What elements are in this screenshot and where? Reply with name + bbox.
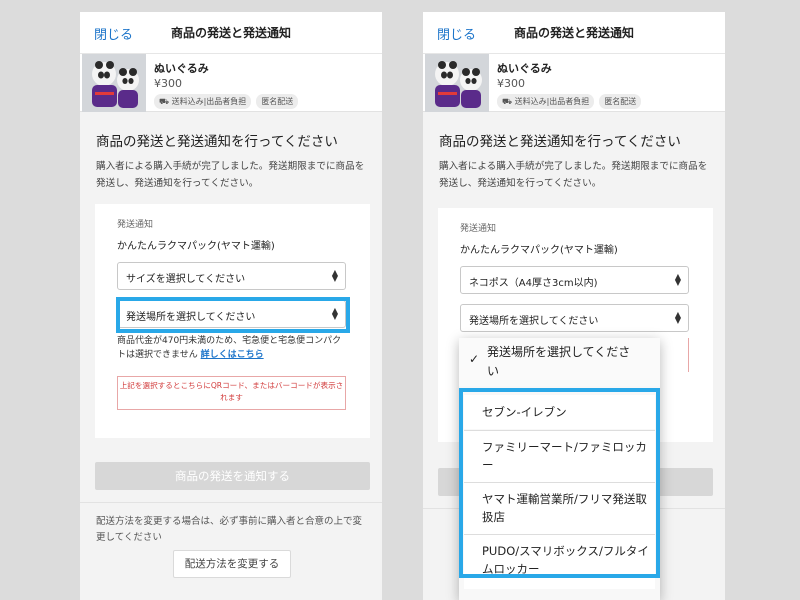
select-arrows-icon: ▲ ▼ <box>331 306 338 321</box>
notify-shipment-button[interactable]: 商品の発送を通知する <box>95 462 370 490</box>
anonymous-shipping-tag: 匿名配送 <box>599 94 642 109</box>
warning-box-edge <box>685 338 689 372</box>
select-arrows-icon: ▲ ▼ <box>674 310 681 325</box>
header: 閉じる 商品の発送と発送通知 <box>80 12 382 54</box>
change-method-note: 配送方法を変更する場合は、必ず事前に購入者と合意の上で変更してください <box>96 516 363 544</box>
product-thumbnail <box>82 54 146 112</box>
size-select[interactable]: サイズを選択してください ▲ ▼ <box>117 262 346 290</box>
shipping-notice-card: 発送通知 かんたんラクマパック(ヤマト運輸) サイズを選択してください ▲ ▼ 発… <box>95 204 370 438</box>
section-description: 購入者による購入手続が完了しました。発送期限までに商品を発送し、発送通知を行って… <box>96 161 365 189</box>
product-price: ¥300 <box>154 77 182 90</box>
anonymous-shipping-tag: 匿名配送 <box>256 94 299 109</box>
qr-code-warning: 上記を選択するとこちらにQRコード、またはバーコードが表示されます <box>117 376 346 410</box>
select-arrows-icon: ▲ ▼ <box>331 268 338 283</box>
product-summary: ぬいぐるみ ¥300 ⛟ 送料込み|出品者負担 匿名配送 <box>80 54 382 112</box>
shipping-fee-tag: ⛟ 送料込み|出品者負担 <box>497 94 595 109</box>
size-restriction-note: 商品代金が470円未満のため、宅急便と宅急便コンパクトは選択できません 詳しくは… <box>117 336 342 361</box>
shipping-notice-label: 発送通知 <box>460 224 497 234</box>
size-select[interactable]: ネコポス（A4厚さ3cm以内) ▲ ▼ <box>460 266 689 294</box>
divider <box>80 502 382 503</box>
checkmark-icon: ✓ <box>469 352 480 366</box>
section-description: 購入者による購入手続が完了しました。発送期限までに商品を発送し、発送通知を行って… <box>439 161 708 189</box>
product-summary: ぬいぐるみ ¥300 ⛟ 送料込み|出品者負担 匿名配送 <box>423 54 725 112</box>
product-name: ぬいぐるみ <box>154 62 209 75</box>
select-arrows-icon: ▲ ▼ <box>674 272 681 287</box>
section-heading: 商品の発送と発送通知を行ってください <box>96 134 338 150</box>
change-shipping-method-button[interactable]: 配送方法を変更する <box>173 550 291 578</box>
section-heading: 商品の発送と発送通知を行ってください <box>439 134 681 150</box>
dropdown-option-yamato[interactable]: ヤマト運輸営業所/フリマ発送取扱店 <box>464 483 655 534</box>
product-name: ぬいぐるみ <box>497 62 552 75</box>
shipping-method: かんたんラクマパック(ヤマト運輸) <box>460 245 618 256</box>
dropdown-option-familymart[interactable]: ファミリーマート/ファミロッカー <box>464 431 655 482</box>
details-link[interactable]: 詳しくはこちら <box>201 350 264 360</box>
truck-icon: ⛟ <box>502 97 515 106</box>
dropdown-option-seven-eleven[interactable]: セブン-イレブン <box>464 395 655 429</box>
shipping-place-dropdown: ✓ 発送場所を選択してください セブン-イレブン ファミリーマート/ファミロッカ… <box>459 338 660 600</box>
header: 閉じる 商品の発送と発送通知 <box>423 12 725 54</box>
product-thumbnail <box>425 54 489 112</box>
dropdown-option-pudo[interactable]: PUDO/スマリボックス/フルタイムロッカー <box>464 535 655 589</box>
truck-icon: ⛟ <box>159 97 172 106</box>
shipping-screen-right: 閉じる 商品の発送と発送通知 ぬいぐるみ ¥300 ⛟ 送料込み|出品者負担 匿… <box>423 12 725 600</box>
shipping-screen-left: 閉じる 商品の発送と発送通知 ぬいぐるみ ¥300 ⛟ 送料込み|出品者負担 匿… <box>80 12 382 600</box>
shipping-method: かんたんラクマパック(ヤマト運輸) <box>117 241 275 252</box>
shipping-notice-label: 発送通知 <box>117 220 154 230</box>
dropdown-option-placeholder[interactable]: ✓ 発送場所を選択してください <box>459 338 660 386</box>
shipping-place-select[interactable]: 発送場所を選択してください ▲ ▼ <box>117 300 346 328</box>
product-price: ¥300 <box>497 77 525 90</box>
page-title: 商品の発送と発送通知 <box>170 26 291 40</box>
shipping-place-select[interactable]: 発送場所を選択してください ▲ ▼ <box>460 304 689 332</box>
page-title: 商品の発送と発送通知 <box>513 26 634 40</box>
shipping-fee-tag: ⛟ 送料込み|出品者負担 <box>154 94 252 109</box>
